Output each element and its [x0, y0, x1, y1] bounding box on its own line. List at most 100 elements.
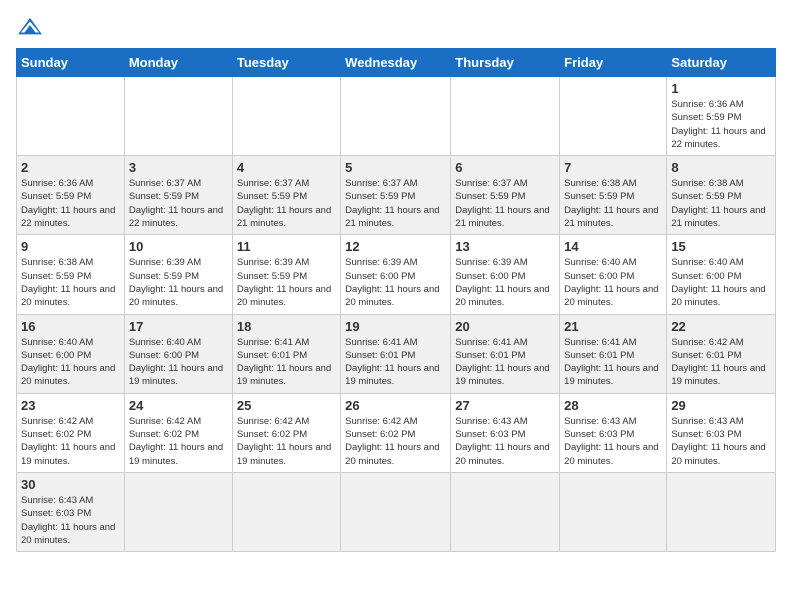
- day-header-tuesday: Tuesday: [232, 49, 340, 77]
- day-info: Sunrise: 6:43 AM Sunset: 6:03 PM Dayligh…: [455, 415, 555, 468]
- day-info: Sunrise: 6:43 AM Sunset: 6:03 PM Dayligh…: [671, 415, 771, 468]
- day-info: Sunrise: 6:37 AM Sunset: 5:59 PM Dayligh…: [455, 177, 555, 230]
- calendar-cell: 30 Sunrise: 6:43 AM Sunset: 6:03 PM Dayli…: [17, 472, 125, 551]
- week-row-2: 2 Sunrise: 6:36 AM Sunset: 5:59 PM Daylig…: [17, 156, 776, 235]
- day-info: Sunrise: 6:41 AM Sunset: 6:01 PM Dayligh…: [237, 336, 336, 389]
- logo: [16, 16, 48, 38]
- calendar-cell: 21Sunrise: 6:41 AM Sunset: 6:01 PM Dayli…: [560, 314, 667, 393]
- day-info: Sunrise: 6:39 AM Sunset: 5:59 PM Dayligh…: [129, 256, 228, 309]
- calendar-cell: [560, 472, 667, 551]
- day-info: Sunrise: 6:39 AM Sunset: 5:59 PM Dayligh…: [237, 256, 336, 309]
- day-number: 19: [345, 319, 446, 334]
- day-number: 7: [564, 160, 662, 175]
- day-info: Sunrise: 6:41 AM Sunset: 6:01 PM Dayligh…: [345, 336, 446, 389]
- day-number: 4: [237, 160, 336, 175]
- calendar-cell: 9Sunrise: 6:38 AM Sunset: 5:59 PM Daylig…: [17, 235, 125, 314]
- day-info: Sunrise: 6:42 AM Sunset: 6:02 PM Dayligh…: [345, 415, 446, 468]
- day-info: Sunrise: 6:39 AM Sunset: 6:00 PM Dayligh…: [455, 256, 555, 309]
- day-number: 3: [129, 160, 228, 175]
- week-row-1: 1 Sunrise: 6:36 AM Sunset: 5:59 PM Daylig…: [17, 77, 776, 156]
- day-number: 8: [671, 160, 771, 175]
- day-info: Sunrise: 6:36 AM Sunset: 5:59 PM Dayligh…: [21, 177, 120, 230]
- calendar-cell: 25 Sunrise: 6:42 AM Sunset: 6:02 PM Dayli…: [232, 393, 340, 472]
- calendar-cell: [232, 472, 340, 551]
- day-number: 25: [237, 398, 336, 413]
- calendar-cell: 28Sunrise: 6:43 AM Sunset: 6:03 PM Dayli…: [560, 393, 667, 472]
- calendar-cell: 29 Sunrise: 6:43 AM Sunset: 6:03 PM Dayli…: [667, 393, 776, 472]
- day-number: 18: [237, 319, 336, 334]
- calendar-cell: 11 Sunrise: 6:39 AM Sunset: 5:59 PM Dayli…: [232, 235, 340, 314]
- day-number: 23: [21, 398, 120, 413]
- day-info: Sunrise: 6:37 AM Sunset: 5:59 PM Dayligh…: [129, 177, 228, 230]
- day-number: 29: [671, 398, 771, 413]
- day-info: Sunrise: 6:40 AM Sunset: 6:00 PM Dayligh…: [129, 336, 228, 389]
- day-info: Sunrise: 6:40 AM Sunset: 6:00 PM Dayligh…: [21, 336, 120, 389]
- day-number: 11: [237, 239, 336, 254]
- calendar-cell: 26Sunrise: 6:42 AM Sunset: 6:02 PM Dayli…: [341, 393, 451, 472]
- calendar-cell: 15 Sunrise: 6:40 AM Sunset: 6:00 PM Dayli…: [667, 235, 776, 314]
- calendar-cell: 18 Sunrise: 6:41 AM Sunset: 6:01 PM Dayli…: [232, 314, 340, 393]
- calendar-cell: 24Sunrise: 6:42 AM Sunset: 6:02 PM Dayli…: [124, 393, 232, 472]
- day-number: 1: [671, 81, 771, 96]
- day-number: 17: [129, 319, 228, 334]
- day-info: Sunrise: 6:41 AM Sunset: 6:01 PM Dayligh…: [455, 336, 555, 389]
- day-info: Sunrise: 6:37 AM Sunset: 5:59 PM Dayligh…: [237, 177, 336, 230]
- day-number: 20: [455, 319, 555, 334]
- calendar-cell: 23 Sunrise: 6:42 AM Sunset: 6:02 PM Dayli…: [17, 393, 125, 472]
- calendar-cell: 12Sunrise: 6:39 AM Sunset: 6:00 PM Dayli…: [341, 235, 451, 314]
- day-info: Sunrise: 6:38 AM Sunset: 5:59 PM Dayligh…: [564, 177, 662, 230]
- week-row-4: 16Sunrise: 6:40 AM Sunset: 6:00 PM Dayli…: [17, 314, 776, 393]
- calendar-cell: 3 Sunrise: 6:37 AM Sunset: 5:59 PM Daylig…: [124, 156, 232, 235]
- calendar-cell: [124, 472, 232, 551]
- calendar-cell: [124, 77, 232, 156]
- day-header-thursday: Thursday: [451, 49, 560, 77]
- logo-icon: [16, 16, 44, 38]
- calendar-cell: [451, 472, 560, 551]
- day-number: 21: [564, 319, 662, 334]
- week-row-5: 23 Sunrise: 6:42 AM Sunset: 6:02 PM Dayli…: [17, 393, 776, 472]
- day-info: Sunrise: 6:42 AM Sunset: 6:02 PM Dayligh…: [237, 415, 336, 468]
- day-number: 30: [21, 477, 120, 492]
- header-row: SundayMondayTuesdayWednesdayThursdayFrid…: [17, 49, 776, 77]
- calendar-cell: [341, 472, 451, 551]
- day-info: Sunrise: 6:36 AM Sunset: 5:59 PM Dayligh…: [671, 98, 771, 151]
- calendar-cell: 27Sunrise: 6:43 AM Sunset: 6:03 PM Dayli…: [451, 393, 560, 472]
- calendar-cell: 14 Sunrise: 6:40 AM Sunset: 6:00 PM Dayli…: [560, 235, 667, 314]
- week-row-6: 30 Sunrise: 6:43 AM Sunset: 6:03 PM Dayli…: [17, 472, 776, 551]
- day-info: Sunrise: 6:40 AM Sunset: 6:00 PM Dayligh…: [671, 256, 771, 309]
- day-number: 22: [671, 319, 771, 334]
- calendar-cell: 17 Sunrise: 6:40 AM Sunset: 6:00 PM Dayli…: [124, 314, 232, 393]
- day-header-monday: Monday: [124, 49, 232, 77]
- day-header-friday: Friday: [560, 49, 667, 77]
- calendar-cell: [667, 472, 776, 551]
- day-info: Sunrise: 6:38 AM Sunset: 5:59 PM Dayligh…: [21, 256, 120, 309]
- calendar-cell: [341, 77, 451, 156]
- calendar-cell: [451, 77, 560, 156]
- day-info: Sunrise: 6:40 AM Sunset: 6:00 PM Dayligh…: [564, 256, 662, 309]
- day-info: Sunrise: 6:42 AM Sunset: 6:01 PM Dayligh…: [671, 336, 771, 389]
- day-info: Sunrise: 6:42 AM Sunset: 6:02 PM Dayligh…: [21, 415, 120, 468]
- day-number: 15: [671, 239, 771, 254]
- calendar-cell: 8Sunrise: 6:38 AM Sunset: 5:59 PM Daylig…: [667, 156, 776, 235]
- calendar-table: SundayMondayTuesdayWednesdayThursdayFrid…: [16, 48, 776, 552]
- day-number: 24: [129, 398, 228, 413]
- calendar-cell: 10 Sunrise: 6:39 AM Sunset: 5:59 PM Dayli…: [124, 235, 232, 314]
- calendar-cell: 13Sunrise: 6:39 AM Sunset: 6:00 PM Dayli…: [451, 235, 560, 314]
- day-info: Sunrise: 6:43 AM Sunset: 6:03 PM Dayligh…: [21, 494, 120, 547]
- day-number: 2: [21, 160, 120, 175]
- day-number: 14: [564, 239, 662, 254]
- calendar-cell: [560, 77, 667, 156]
- day-number: 10: [129, 239, 228, 254]
- calendar-cell: 5Sunrise: 6:37 AM Sunset: 5:59 PM Daylig…: [341, 156, 451, 235]
- calendar-cell: 1 Sunrise: 6:36 AM Sunset: 5:59 PM Daylig…: [667, 77, 776, 156]
- day-header-sunday: Sunday: [17, 49, 125, 77]
- day-header-wednesday: Wednesday: [341, 49, 451, 77]
- calendar-cell: 16Sunrise: 6:40 AM Sunset: 6:00 PM Dayli…: [17, 314, 125, 393]
- calendar-cell: [17, 77, 125, 156]
- day-info: Sunrise: 6:43 AM Sunset: 6:03 PM Dayligh…: [564, 415, 662, 468]
- calendar-cell: 22 Sunrise: 6:42 AM Sunset: 6:01 PM Dayli…: [667, 314, 776, 393]
- calendar-cell: [232, 77, 340, 156]
- calendar-cell: 20 Sunrise: 6:41 AM Sunset: 6:01 PM Dayli…: [451, 314, 560, 393]
- calendar-cell: 6Sunrise: 6:37 AM Sunset: 5:59 PM Daylig…: [451, 156, 560, 235]
- week-row-3: 9Sunrise: 6:38 AM Sunset: 5:59 PM Daylig…: [17, 235, 776, 314]
